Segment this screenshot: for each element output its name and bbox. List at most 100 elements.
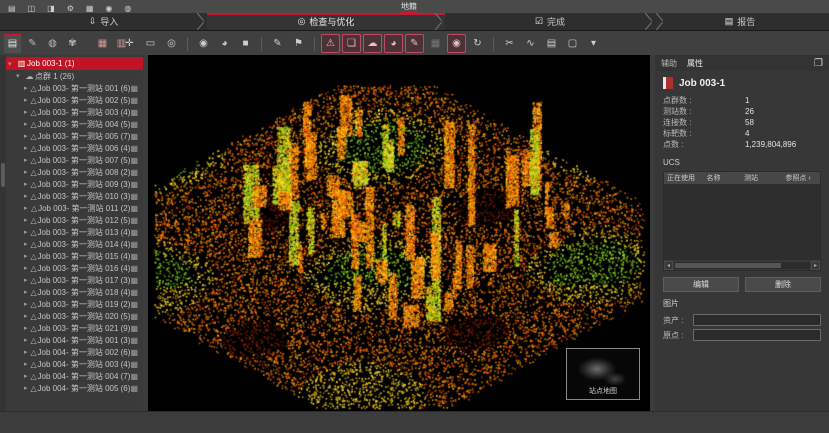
toolbar-item[interactable]: ▦: [426, 34, 445, 53]
scan-image-icon[interactable]: ▦: [130, 120, 138, 129]
scan-image-icon[interactable]: ▦: [130, 168, 138, 177]
picture-field-input[interactable]: [693, 329, 821, 341]
ucs-table-body[interactable]: [664, 184, 820, 260]
tree-station-row[interactable]: ▸ △ Job 003- 第一测站 003 (4) ▦: [0, 106, 143, 118]
tree-station-row[interactable]: ▸ △ Job 003- 第一测站 010 (3) ▦: [0, 190, 143, 202]
tree-station-row[interactable]: ▸ △ Job 003- 第一测站 021 (9) ▦: [0, 322, 143, 334]
toolbar-item[interactable]: [261, 37, 262, 51]
scan-image-icon[interactable]: ▦: [130, 312, 138, 321]
scan-image-icon[interactable]: ▦: [130, 384, 138, 393]
tree-station-row[interactable]: ▸ △ Job 003- 第一测站 005 (7) ▦: [0, 130, 143, 142]
properties-tab[interactable]: 属性: [687, 58, 703, 69]
tree-station-row[interactable]: ▸ △ Job 003- 第一测站 011 (2) ▦: [0, 202, 143, 214]
scan-image-icon[interactable]: ▦: [130, 144, 138, 153]
tree-station-row[interactable]: ▸ △ Job 004- 第一测站 001 (3) ▦: [0, 334, 143, 346]
toolbar-item[interactable]: ▢: [563, 34, 582, 53]
delete-button[interactable]: 删除: [745, 277, 821, 292]
workflow-step[interactable]: ◎ 检查与优化: [207, 13, 445, 30]
tree-station-row[interactable]: ▸ △ Job 003- 第一测站 002 (5) ▦: [0, 94, 143, 106]
left-panel-tab[interactable]: ✎: [24, 34, 41, 53]
tree-station-row[interactable]: ▸ △ Job 003- 第一测站 019 (2) ▦: [0, 298, 143, 310]
toolbar-item[interactable]: ↻: [468, 34, 487, 53]
tree-station-row[interactable]: ▸ △ Job 003- 第一测站 007 (5) ▦: [0, 154, 143, 166]
left-panel-tab[interactable]: ▤: [4, 34, 21, 53]
toolbar-item[interactable]: [493, 37, 494, 51]
tree-station-row[interactable]: ▸ △ Job 003- 第一测站 013 (4) ▦: [0, 226, 143, 238]
titlebar-icon[interactable]: ⚙: [67, 4, 74, 13]
tree-group-row[interactable]: ▾ ☁ 点群 1 (26): [0, 70, 143, 82]
picture-field-input[interactable]: [693, 314, 821, 326]
scroll-right-icon[interactable]: ▸: [811, 261, 820, 270]
panel-layout-icon[interactable]: ❐: [814, 58, 823, 69]
tree-station-row[interactable]: ▸ △ Job 003- 第一测站 017 (3) ▦: [0, 274, 143, 286]
left-panel-tab[interactable]: ✾: [64, 34, 81, 53]
ucs-column-header[interactable]: 测站: [741, 173, 782, 183]
toolbar-item[interactable]: ∿: [521, 34, 540, 53]
scroll-left-icon[interactable]: ◂: [664, 261, 673, 270]
minimap[interactable]: 站点地图: [566, 348, 640, 400]
toolbar-item[interactable]: ✛: [120, 34, 139, 53]
scan-image-icon[interactable]: ▦: [130, 300, 138, 309]
properties-tab[interactable]: 辅助: [661, 58, 677, 69]
tree-station-row[interactable]: ▸ △ Job 003- 第一测站 006 (4) ▦: [0, 142, 143, 154]
toolbar-item[interactable]: ◕: [384, 34, 403, 53]
scan-image-icon[interactable]: ▦: [130, 156, 138, 165]
toolbar-item[interactable]: ◕: [215, 34, 234, 53]
tree-station-row[interactable]: ▸ △ Job 003- 第一测站 009 (3) ▦: [0, 178, 143, 190]
scan-image-icon[interactable]: ▦: [130, 252, 138, 261]
tree-station-row[interactable]: ▸ △ Job 004- 第一测站 002 (6) ▦: [0, 346, 143, 358]
tree-station-row[interactable]: ▸ △ Job 003- 第一测站 004 (5) ▦: [0, 118, 143, 130]
ucs-horizontal-scrollbar[interactable]: ◂ ▸: [664, 260, 820, 270]
scan-image-toggle-icon[interactable]: ▦: [95, 36, 110, 51]
toolbar-item[interactable]: ✎: [405, 34, 424, 53]
ucs-column-header[interactable]: 参照点 ‹: [782, 173, 820, 183]
tree-station-row[interactable]: ▸ △ Job 003- 第一测站 014 (4) ▦: [0, 238, 143, 250]
tree-scrollbar-handle[interactable]: [1, 163, 5, 187]
toolbar-item[interactable]: ◉: [447, 34, 466, 53]
toolbar-item[interactable]: ⚠: [321, 34, 340, 53]
edit-button[interactable]: 编辑: [663, 277, 739, 292]
scan-image-icon[interactable]: ▦: [130, 108, 138, 117]
scan-image-icon[interactable]: ▦: [130, 276, 138, 285]
titlebar-icon[interactable]: ◉: [105, 4, 112, 13]
toolbar-item[interactable]: ✂: [500, 34, 519, 53]
toolbar-item[interactable]: ◉: [194, 34, 213, 53]
scan-image-icon[interactable]: ▦: [130, 180, 138, 189]
tree-station-row[interactable]: ▸ △ Job 003- 第一测站 020 (5) ▦: [0, 310, 143, 322]
scan-image-icon[interactable]: ▦: [130, 192, 138, 201]
scan-image-icon[interactable]: ▦: [130, 264, 138, 273]
scrollbar-handle[interactable]: [675, 263, 781, 268]
workflow-step[interactable]: ☑ 完成: [445, 13, 655, 30]
toolbar-item[interactable]: ☁: [363, 34, 382, 53]
scan-image-icon[interactable]: ▦: [130, 216, 138, 225]
toolbar-item[interactable]: ▤: [542, 34, 561, 53]
scan-image-icon[interactable]: ▦: [130, 84, 138, 93]
scan-image-icon[interactable]: ▦: [130, 132, 138, 141]
titlebar-icon[interactable]: ◍: [124, 4, 131, 13]
toolbar-item[interactable]: ✎: [268, 34, 287, 53]
titlebar-icon[interactable]: ◨: [47, 4, 55, 13]
scan-image-icon[interactable]: ▦: [130, 240, 138, 249]
workflow-step[interactable]: ⇩ 导入: [0, 13, 207, 30]
titlebar-icon[interactable]: ▤: [8, 4, 16, 13]
scrollbar-track[interactable]: [674, 262, 810, 269]
ucs-column-header[interactable]: 正在使用: [664, 173, 703, 183]
scan-image-icon[interactable]: ▦: [130, 204, 138, 213]
toolbar-item[interactable]: ▾: [584, 34, 603, 53]
tree-station-row[interactable]: ▸ △ Job 003- 第一测站 016 (4) ▦: [0, 262, 143, 274]
toolbar-item[interactable]: ◎: [162, 34, 181, 53]
toolbar-item[interactable]: ⚑: [289, 34, 308, 53]
expand-arrow-icon[interactable]: ▾: [8, 60, 16, 68]
toolbar-item[interactable]: ❏: [342, 34, 361, 53]
tree-station-row[interactable]: ▸ △ Job 003- 第一测站 015 (4) ▦: [0, 250, 143, 262]
toolbar-item[interactable]: ▭: [141, 34, 160, 53]
titlebar-icon[interactable]: ▦: [86, 4, 94, 13]
titlebar-icon[interactable]: ◫: [28, 4, 36, 13]
tree-station-row[interactable]: ▸ △ Job 004- 第一测站 005 (6) ▦: [0, 382, 143, 394]
point-cloud-viewport[interactable]: 站点地图: [148, 55, 650, 412]
left-panel-tab[interactable]: ◍: [44, 34, 61, 53]
scan-image-icon[interactable]: ▦: [130, 324, 138, 333]
expand-arrow-icon[interactable]: ▾: [16, 72, 24, 80]
tree-scrollbar[interactable]: [0, 55, 6, 412]
workflow-step[interactable]: ▤ 报告: [655, 13, 829, 30]
